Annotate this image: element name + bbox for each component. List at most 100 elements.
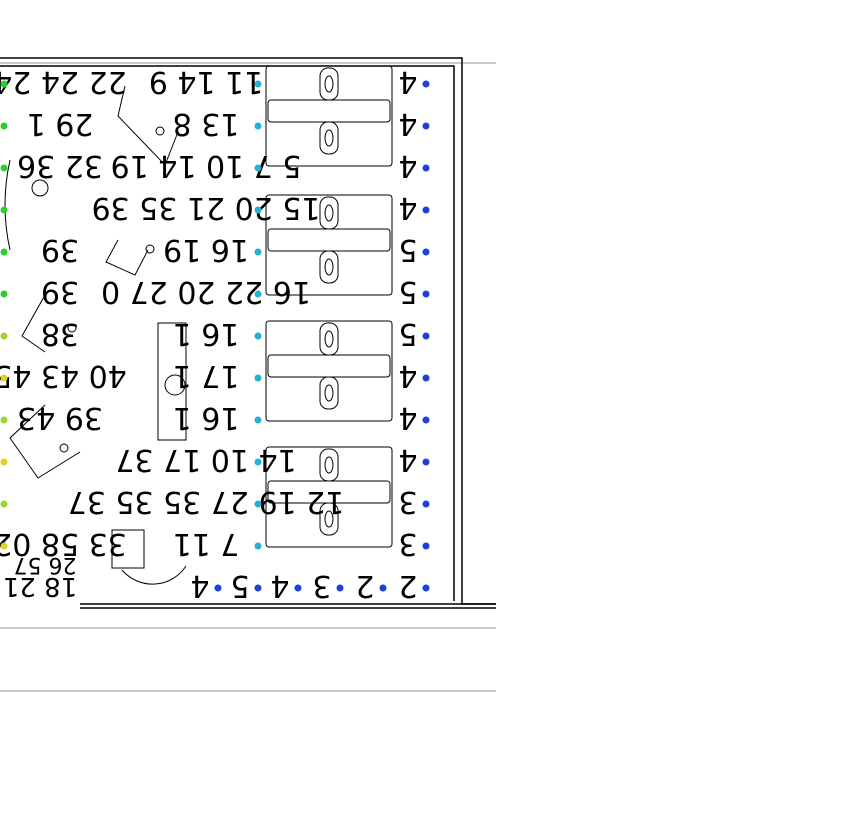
chair: [319, 448, 339, 482]
station-dot: [0, 164, 8, 172]
chair: [319, 67, 339, 101]
row-right-label: 4: [398, 190, 417, 225]
desk-divider: [267, 354, 391, 378]
row-station-label: 16 1: [173, 400, 240, 435]
row-right-label: 5: [398, 232, 417, 267]
chair: [319, 196, 339, 230]
chair: [319, 322, 339, 356]
row-station-label: 5 7 10 14 19: [111, 148, 302, 183]
row-station-label: 17 1: [173, 358, 240, 393]
station-dot: [0, 80, 8, 88]
row-station-label: 14 10 17 37: [115, 442, 296, 477]
chair-seat: [324, 204, 334, 222]
row-far-label: 32 36: [17, 148, 103, 183]
row-far-label: 39: [41, 274, 79, 309]
chair-seat: [324, 129, 334, 147]
station-dot: [422, 122, 430, 130]
station-dot: [254, 332, 262, 340]
station-dot: [422, 80, 430, 88]
station-dot: [422, 416, 430, 424]
station-dot: [0, 332, 8, 340]
station-dot: [254, 458, 262, 466]
station-dot: [254, 584, 262, 592]
station-dot: [422, 332, 430, 340]
station-dot: [0, 416, 8, 424]
table-outline-2: [105, 239, 149, 276]
row-station-label: 13 8: [173, 106, 240, 141]
station-dot: [422, 500, 430, 508]
table-knob-2: [145, 244, 155, 254]
row-far-label: 29 1: [27, 106, 94, 141]
chair-seat: [324, 384, 334, 402]
station-dot: [422, 164, 430, 172]
chair: [319, 121, 339, 155]
row-right-label: 4: [398, 148, 417, 183]
station-dot: [254, 374, 262, 382]
chair-seat: [324, 258, 334, 276]
row-station-label: 11 14 9: [149, 64, 264, 99]
row-right-label: 4: [398, 442, 417, 477]
station-dot: [0, 458, 8, 466]
row-far-label: 22 24 24: [0, 64, 127, 99]
row-far-label: 38: [41, 316, 79, 351]
station-dot: [254, 500, 262, 508]
station-dot: [0, 290, 8, 298]
bottom-row-label: 2: [398, 568, 417, 603]
station-dot: [214, 584, 222, 592]
station-dot: [0, 542, 8, 550]
row-station-label: 16 1: [173, 316, 240, 351]
row-station-label: 16 22 20 27 0: [101, 274, 311, 309]
left-bracket: [4, 159, 11, 251]
station-dot: [379, 584, 387, 592]
table-knob-4: [59, 443, 69, 453]
station-dot: [254, 80, 262, 88]
row-right-label: 3: [398, 526, 417, 561]
station-dot: [422, 458, 430, 466]
row-far-label: 39 43: [17, 400, 103, 435]
station-dot: [254, 416, 262, 424]
bottom-row-label: 4: [190, 568, 209, 603]
chair: [319, 250, 339, 284]
desk-block: [265, 320, 393, 422]
desk-divider: [267, 99, 391, 123]
station-dot: [422, 248, 430, 256]
station-dot: [254, 164, 262, 172]
row-station-label: 16 19: [163, 232, 249, 267]
station-dot: [422, 290, 430, 298]
row-right-label: 5: [398, 316, 417, 351]
table-knob-1: [155, 126, 165, 136]
bottom-row-label: 5: [230, 568, 249, 603]
bottom-row-label: 4: [270, 568, 289, 603]
row-right-label: 4: [398, 400, 417, 435]
station-dot: [336, 584, 344, 592]
station-dot: [422, 542, 430, 550]
station-dot: [0, 206, 8, 214]
desk-outline: [265, 320, 393, 422]
row-right-label: 4: [398, 106, 417, 141]
bottom-row-label: 2: [355, 568, 374, 603]
station-dot: [0, 122, 8, 130]
station-dot: [254, 290, 262, 298]
station-dot: [254, 542, 262, 550]
chair: [319, 376, 339, 410]
station-dot: [0, 248, 8, 256]
floor-plan-diagram: 411 14 922 24 24413 829 145 7 10 14 1932…: [0, 57, 496, 692]
row-right-label: 5: [398, 274, 417, 309]
chair-seat: [324, 75, 334, 93]
station-dot: [254, 122, 262, 130]
row-right-label: 3: [398, 484, 417, 519]
station-dot: [254, 206, 262, 214]
row-station-label: 7 11: [173, 526, 240, 561]
row-far-label: 40 43 45: [0, 358, 127, 393]
row-station-label: 12 19 27 35 35 37: [68, 484, 345, 519]
station-dot: [0, 500, 8, 508]
row-right-label: 4: [398, 64, 417, 99]
chair-seat: [324, 456, 334, 474]
bottom-partial-label: 26 57: [14, 552, 77, 577]
row-right-label: 4: [398, 358, 417, 393]
station-dot: [422, 584, 430, 592]
station-dot: [0, 374, 8, 382]
station-dot: [294, 584, 302, 592]
bottom-row-label: 3: [312, 568, 331, 603]
station-labels: 411 14 922 24 24413 829 145 7 10 14 1932…: [0, 64, 418, 603]
